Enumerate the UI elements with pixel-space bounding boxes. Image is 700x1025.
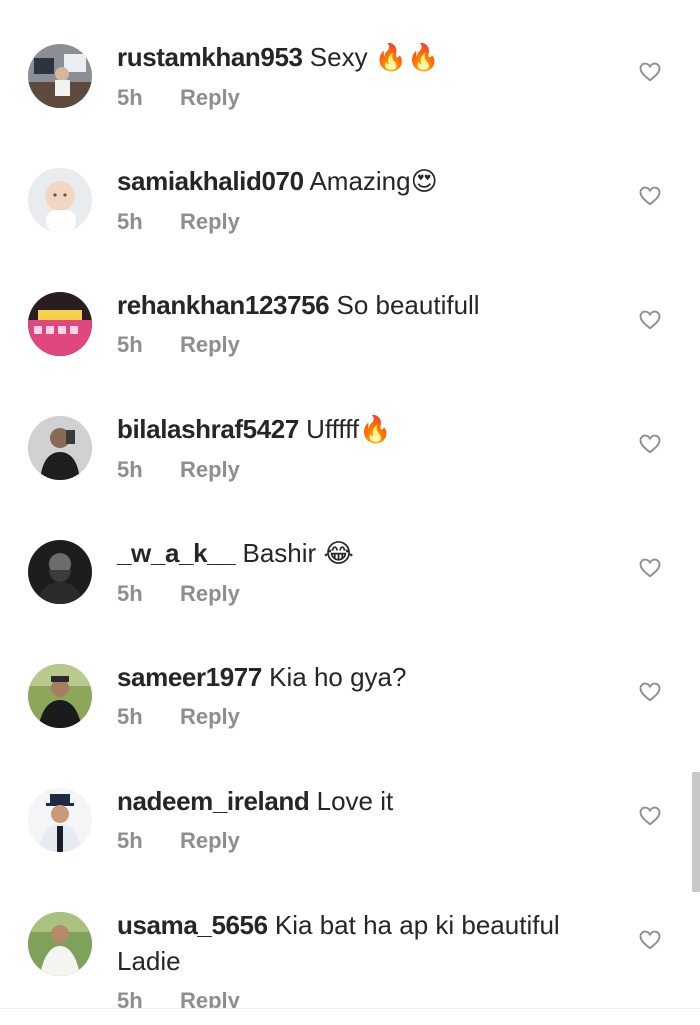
timestamp: 5h <box>117 988 143 1008</box>
username[interactable]: usama_5656 <box>117 910 268 940</box>
comments-list: rustamkhan953 Sexy 🔥🔥 5h Reply samiakhali… <box>0 0 700 1008</box>
tears-of-joy-emoji: 😂 <box>323 539 354 569</box>
username[interactable]: nadeem_ireland <box>117 786 310 816</box>
fire-emoji: 🔥🔥 <box>374 43 440 73</box>
comment-text: rehankhan123756 So beautifull <box>117 287 622 323</box>
comment-meta: 5h Reply <box>117 456 622 484</box>
scrollbar-thumb[interactable] <box>692 772 700 892</box>
comment-item: rehankhan123756 So beautifull 5h Reply <box>0 248 700 372</box>
reply-button[interactable]: Reply <box>180 208 240 236</box>
heart-icon[interactable] <box>638 184 662 208</box>
heart-icon[interactable] <box>638 308 662 332</box>
reply-button[interactable]: Reply <box>180 84 240 112</box>
comment-body: usama_5656 Kia bat ha ap ki beautiful La… <box>117 907 622 1008</box>
comment-meta: 5h Reply <box>117 827 622 855</box>
avatar[interactable] <box>28 292 92 356</box>
comment-item: nadeem_ireland Love it 5h Reply <box>0 744 700 868</box>
username[interactable]: bilalashraf5427 <box>117 414 299 444</box>
comment-message: Sexy <box>309 42 368 72</box>
reply-button[interactable]: Reply <box>180 580 240 608</box>
avatar[interactable] <box>28 44 92 108</box>
comment-text: usama_5656 Kia bat ha ap ki beautiful La… <box>117 907 622 979</box>
comment-message: Love it <box>316 786 394 816</box>
username[interactable]: sameer1977 <box>117 662 262 692</box>
comment-message: Ufffff <box>306 414 360 444</box>
avatar[interactable] <box>28 788 92 852</box>
comment-text: _w_a_k__ Bashir 😂 <box>117 535 622 572</box>
heart-icon[interactable] <box>638 60 662 84</box>
comment-meta: 5h Reply <box>117 331 622 359</box>
comment-body: _w_a_k__ Bashir 😂 5h Reply <box>117 535 622 608</box>
comment-text: nadeem_ireland Love it <box>117 783 622 819</box>
timestamp: 5h <box>117 828 143 853</box>
avatar[interactable] <box>28 912 92 976</box>
comment-item: sameer1977 Kia ho gya? 5h Reply <box>0 620 700 744</box>
avatar[interactable] <box>28 168 92 232</box>
heart-eyes-emoji: 😍 <box>410 167 438 197</box>
comment-text: samiakhalid070 Amazing😍 <box>117 163 622 200</box>
bottom-divider <box>0 1008 700 1025</box>
username[interactable]: rehankhan123756 <box>117 290 330 320</box>
comment-body: bilalashraf5427 Ufffff🔥 5h Reply <box>117 411 622 484</box>
username[interactable]: samiakhalid070 <box>117 166 304 196</box>
avatar[interactable] <box>28 664 92 728</box>
comment-item: _w_a_k__ Bashir 😂 5h Reply <box>0 496 700 620</box>
heart-icon[interactable] <box>638 556 662 580</box>
timestamp: 5h <box>117 581 143 606</box>
comment-text: rustamkhan953 Sexy 🔥🔥 <box>117 39 622 76</box>
comment-item: usama_5656 Kia bat ha ap ki beautiful La… <box>0 868 700 1008</box>
reply-button[interactable]: Reply <box>180 456 240 484</box>
comment-message: Kia ho gya? <box>269 662 407 692</box>
comment-body: rustamkhan953 Sexy 🔥🔥 5h Reply <box>117 39 622 112</box>
timestamp: 5h <box>117 85 143 110</box>
comment-text: bilalashraf5427 Ufffff🔥 <box>117 411 622 448</box>
timestamp: 5h <box>117 209 143 234</box>
comment-body: rehankhan123756 So beautifull 5h Reply <box>117 287 622 359</box>
comment-body: samiakhalid070 Amazing😍 5h Reply <box>117 163 622 236</box>
comment-message: Amazing <box>309 166 411 196</box>
comment-meta: 5h Reply <box>117 703 622 731</box>
reply-button[interactable]: Reply <box>180 987 240 1008</box>
comment-meta: 5h Reply <box>117 580 622 608</box>
timestamp: 5h <box>117 457 143 482</box>
comment-meta: 5h Reply <box>117 84 622 112</box>
username[interactable]: rustamkhan953 <box>117 42 303 72</box>
reply-button[interactable]: Reply <box>180 703 240 731</box>
heart-icon[interactable] <box>638 680 662 704</box>
avatar[interactable] <box>28 416 92 480</box>
avatar[interactable] <box>28 540 92 604</box>
heart-icon[interactable] <box>638 432 662 456</box>
timestamp: 5h <box>117 704 143 729</box>
comment-text: sameer1977 Kia ho gya? <box>117 659 622 695</box>
reply-button[interactable]: Reply <box>180 331 240 359</box>
comment-item: rustamkhan953 Sexy 🔥🔥 5h Reply <box>0 0 700 124</box>
comment-body: sameer1977 Kia ho gya? 5h Reply <box>117 659 622 731</box>
comment-item: samiakhalid070 Amazing😍 5h Reply <box>0 124 700 248</box>
fire-emoji: 🔥 <box>359 415 392 445</box>
heart-icon[interactable] <box>638 804 662 828</box>
comment-message: Bashir <box>242 538 317 568</box>
comment-meta: 5h Reply <box>117 208 622 236</box>
reply-button[interactable]: Reply <box>180 827 240 855</box>
heart-icon[interactable] <box>638 928 662 952</box>
comment-item: bilalashraf5427 Ufffff🔥 5h Reply <box>0 372 700 496</box>
comment-body: nadeem_ireland Love it 5h Reply <box>117 783 622 855</box>
timestamp: 5h <box>117 332 143 357</box>
comment-meta: 5h Reply <box>117 987 622 1008</box>
username[interactable]: _w_a_k__ <box>117 538 236 568</box>
comment-message: So beautifull <box>336 290 480 320</box>
